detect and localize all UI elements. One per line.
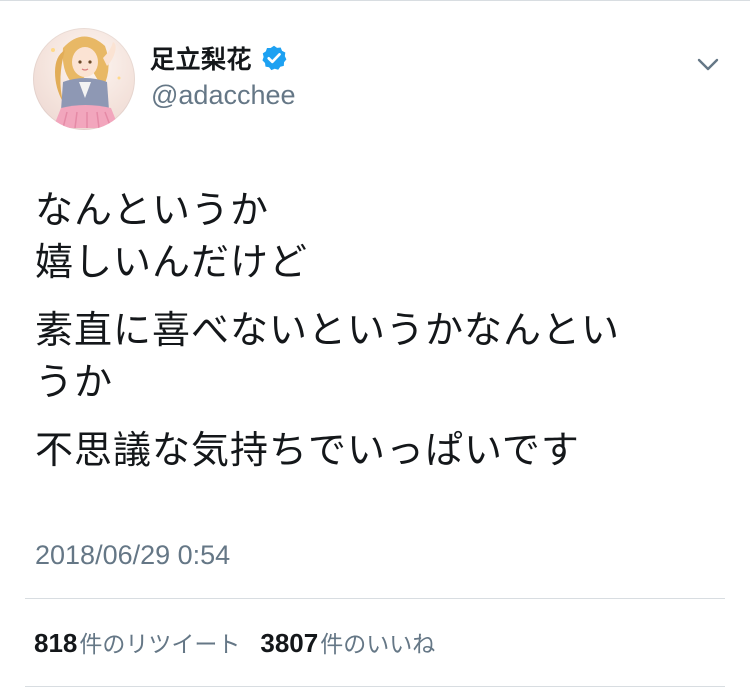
tweet-paragraph: なんというか 嬉しいんだけど: [35, 188, 309, 284]
likes-stat[interactable]: 3807 件のいいね: [260, 625, 435, 659]
likes-count: 3807: [260, 628, 319, 658]
retweets-count: 818: [34, 628, 78, 658]
tweet-text: なんというか 嬉しいんだけど 素直に喜べないというかなんとい うか 不思議な気持…: [35, 184, 725, 492]
display-name[interactable]: 足立梨花: [150, 40, 252, 76]
tweet-paragraph: 不思議な気持ちでいっぱいです: [35, 428, 580, 472]
retweets-stat[interactable]: 818 件のリツイート: [34, 625, 240, 659]
divider: [25, 686, 725, 687]
likes-label: 件のいいね: [320, 632, 436, 658]
top-divider: [0, 0, 750, 1]
divider: [25, 598, 725, 599]
tweet-stats: 818 件のリツイート 3807 件のいいね: [34, 625, 455, 659]
chevron-down-icon[interactable]: [693, 49, 723, 79]
handle[interactable]: @adacchee: [151, 80, 296, 111]
tweet-paragraph: 素直に喜べないというかなんとい うか: [35, 308, 621, 404]
verified-badge-icon: [262, 45, 287, 71]
timestamp[interactable]: 2018/06/29 0:54: [35, 540, 230, 571]
avatar[interactable]: [33, 28, 135, 130]
author-name-row[interactable]: 足立梨花: [150, 40, 288, 76]
avatar-illustration: [51, 36, 121, 129]
retweets-label: 件のリツイート: [79, 632, 241, 658]
